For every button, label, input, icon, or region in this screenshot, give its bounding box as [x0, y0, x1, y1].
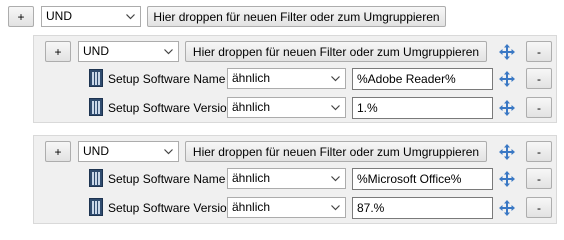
group1-operator-select[interactable]: UND: [78, 41, 179, 62]
condition-operator-select[interactable]: ähnlich: [227, 68, 346, 89]
condition-remove-button[interactable]: -: [526, 97, 552, 118]
move-arrows-icon[interactable]: [496, 168, 518, 189]
condition-field-label: Setup Software Version: [108, 201, 234, 215]
group2-remove-button[interactable]: -: [526, 141, 552, 162]
condition-operator-value: ähnlich: [232, 71, 271, 85]
group2-drop-zone[interactable]: Hier droppen für neuen Filter oder zum U…: [185, 141, 487, 162]
condition-field-label: Setup Software Name: [108, 72, 226, 86]
condition-field-label: Setup Software Version: [108, 101, 234, 115]
group2-add-button[interactable]: +: [45, 141, 71, 162]
move-arrows-icon[interactable]: [496, 41, 518, 62]
chevron-down-icon: [126, 7, 135, 26]
condition-operator-select[interactable]: ähnlich: [227, 168, 346, 189]
move-arrows-icon[interactable]: [496, 97, 518, 118]
group1-add-button[interactable]: +: [45, 41, 71, 62]
condition-remove-button[interactable]: -: [526, 68, 552, 89]
condition-operator-select[interactable]: ähnlich: [227, 97, 346, 118]
condition-field-label: Setup Software Name: [108, 172, 226, 186]
move-arrows-icon[interactable]: [496, 141, 518, 162]
move-arrows-icon[interactable]: [496, 197, 518, 218]
root-drop-zone[interactable]: Hier droppen für neuen Filter oder zum U…: [147, 6, 446, 27]
chevron-down-icon: [164, 42, 173, 61]
condition-remove-button[interactable]: -: [526, 197, 552, 218]
group1-drop-zone[interactable]: Hier droppen für neuen Filter oder zum U…: [185, 41, 487, 62]
condition-operator-select[interactable]: ähnlich: [227, 197, 346, 218]
condition-value-input[interactable]: 1.%: [352, 97, 493, 119]
condition-value-input[interactable]: %Microsoft Office%: [352, 168, 493, 190]
condition-value-input[interactable]: %Adobe Reader%: [352, 68, 493, 90]
condition-remove-button[interactable]: -: [526, 168, 552, 189]
filter-condition-icon: [89, 169, 103, 187]
chevron-down-icon: [164, 142, 173, 161]
group1-remove-button[interactable]: -: [526, 41, 552, 62]
condition-value-input[interactable]: 87.%: [352, 197, 493, 219]
root-operator-value: UND: [46, 9, 72, 23]
chevron-down-icon: [331, 98, 340, 117]
filter-condition-icon: [89, 69, 103, 87]
condition-operator-value: ähnlich: [232, 200, 271, 214]
filter-condition-icon: [89, 198, 103, 216]
condition-operator-value: ähnlich: [232, 171, 271, 185]
filter-condition-icon: [89, 98, 103, 116]
group2-operator-value: UND: [83, 144, 109, 158]
move-arrows-icon[interactable]: [496, 68, 518, 89]
chevron-down-icon: [331, 198, 340, 217]
root-add-button[interactable]: +: [8, 6, 34, 27]
condition-operator-value: ähnlich: [232, 100, 271, 114]
group1-operator-value: UND: [83, 44, 109, 58]
chevron-down-icon: [331, 169, 340, 188]
chevron-down-icon: [331, 69, 340, 88]
group2-operator-select[interactable]: UND: [78, 141, 179, 162]
root-operator-select[interactable]: UND: [41, 6, 141, 27]
